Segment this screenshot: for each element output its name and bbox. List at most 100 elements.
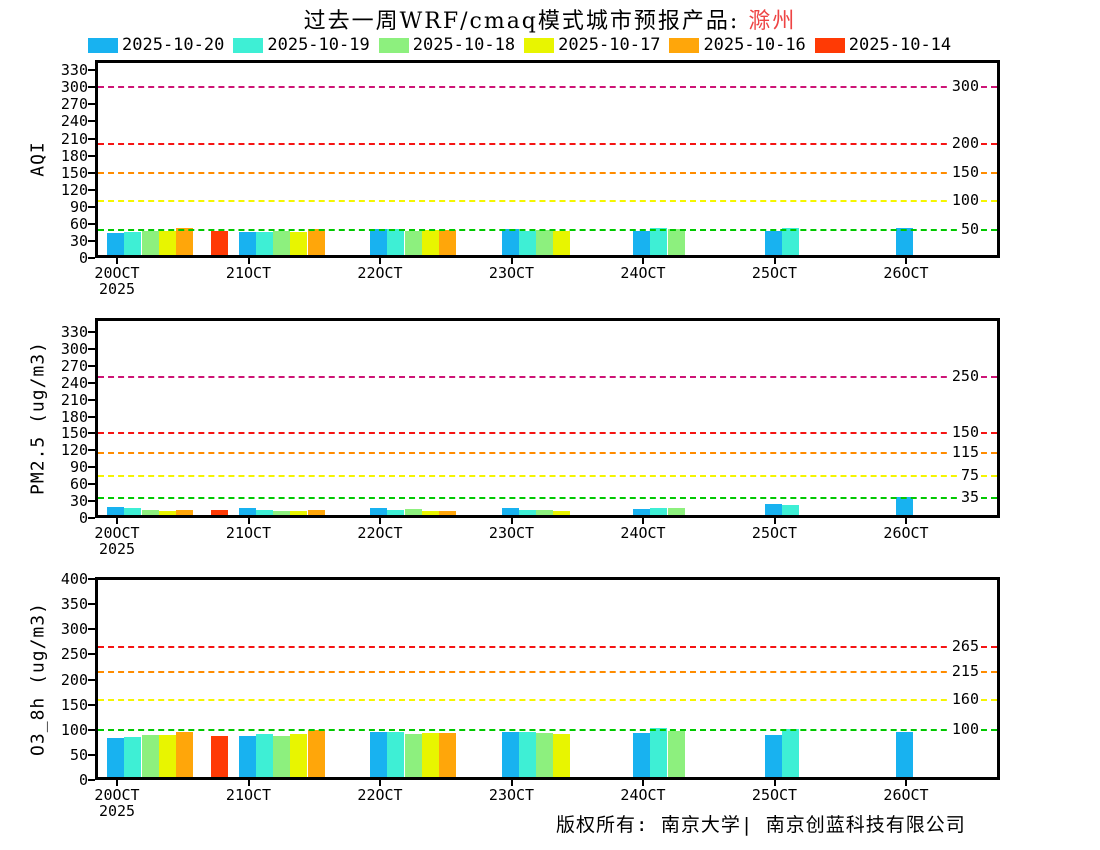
bar xyxy=(308,510,325,515)
bar xyxy=(896,497,913,515)
bar xyxy=(650,228,667,255)
y-tick-mark xyxy=(88,449,95,451)
threshold-line xyxy=(98,475,997,477)
chart-title-text: 过去一周WRF/cmaq模式城市预报产品: xyxy=(304,9,749,34)
y-tick-mark xyxy=(88,603,95,605)
y-tick-label: 300 xyxy=(40,340,88,358)
bar xyxy=(668,508,685,515)
legend-color-swatch xyxy=(524,38,554,53)
bar xyxy=(536,510,553,515)
y-tick-mark xyxy=(88,729,95,731)
threshold-line xyxy=(98,432,997,434)
y-tick-label: 30 xyxy=(40,232,88,250)
y-tick-label: 150 xyxy=(40,696,88,714)
y-tick-label: 180 xyxy=(40,408,88,426)
threshold-label: 100 xyxy=(950,720,981,738)
y-tick-label: 120 xyxy=(40,181,88,199)
bar xyxy=(239,232,256,255)
threshold-line xyxy=(98,86,997,88)
legend-color-swatch xyxy=(379,38,409,53)
x-tick-label: 23OCT xyxy=(472,525,552,541)
threshold-label: 160 xyxy=(950,690,981,708)
threshold-line xyxy=(98,452,997,454)
bar xyxy=(273,736,290,777)
threshold-label: 200 xyxy=(950,134,981,152)
bar xyxy=(256,232,273,255)
y-tick-mark xyxy=(88,86,95,88)
x-tick-label: 21OCT xyxy=(209,265,289,281)
bar xyxy=(668,731,685,777)
y-tick-mark xyxy=(88,399,95,401)
y-tick-mark xyxy=(88,517,95,519)
bar xyxy=(239,508,256,515)
threshold-label: 150 xyxy=(950,423,981,441)
bar xyxy=(439,733,456,777)
legend: 2025-10-20 2025-10-19 2025-10-18 2025-10-17… xyxy=(88,35,951,55)
bar xyxy=(650,728,667,777)
y-tick-mark xyxy=(88,628,95,630)
y-tick-mark xyxy=(88,365,95,367)
bar xyxy=(290,232,307,255)
bar xyxy=(370,508,387,515)
bar xyxy=(256,734,273,777)
bar xyxy=(107,738,124,777)
bar xyxy=(519,510,536,515)
x-tick-label: 24OCT xyxy=(603,787,683,803)
bar xyxy=(211,736,228,777)
threshold-label: 50 xyxy=(959,220,981,238)
threshold-label: 300 xyxy=(950,77,981,95)
threshold-line xyxy=(98,671,997,673)
bar xyxy=(502,732,519,777)
y-tick-mark xyxy=(88,500,95,502)
bar xyxy=(405,734,422,777)
legend-item: 2025-10-17 xyxy=(524,35,660,55)
bar xyxy=(633,509,650,515)
bar xyxy=(176,228,193,255)
x-tick-label: 26OCT xyxy=(866,787,946,803)
legend-item: 2025-10-19 xyxy=(233,35,369,55)
y-tick-mark xyxy=(88,331,95,333)
y-tick-label: 270 xyxy=(40,95,88,113)
legend-label: 2025-10-17 xyxy=(558,35,660,55)
bar xyxy=(553,734,570,777)
x-tick-label: 20OCT xyxy=(77,525,157,541)
y-tick-mark xyxy=(88,103,95,105)
threshold-label: 215 xyxy=(950,662,981,680)
bar xyxy=(502,229,519,255)
threshold-line xyxy=(98,229,997,231)
bar xyxy=(211,510,228,515)
threshold-label: 115 xyxy=(950,443,981,461)
y-tick-label: 300 xyxy=(40,620,88,638)
y-tick-mark xyxy=(88,240,95,242)
bar xyxy=(290,511,307,515)
bar xyxy=(176,732,193,777)
bar xyxy=(650,508,667,515)
threshold-label: 35 xyxy=(959,488,981,506)
threshold-line xyxy=(98,200,997,202)
legend-color-swatch xyxy=(669,38,699,53)
bar xyxy=(159,735,176,777)
x-tick-label: 20OCT xyxy=(77,265,157,281)
bar xyxy=(387,732,404,777)
forecast-chart: 过去一周WRF/cmaq模式城市预报产品: 滁州 2025-10-202025-… xyxy=(0,0,1100,850)
y-tick-mark xyxy=(88,189,95,191)
y-tick-label: 150 xyxy=(40,164,88,182)
plot-box xyxy=(95,318,1000,518)
threshold-label: 150 xyxy=(950,163,981,181)
legend-label: 2025-10-18 xyxy=(413,35,515,55)
threshold-label: 100 xyxy=(950,191,981,209)
y-tick-label: 270 xyxy=(40,357,88,375)
legend-item: 2025-10-20 xyxy=(88,35,224,55)
threshold-line xyxy=(98,172,997,174)
y-tick-mark xyxy=(88,172,95,174)
y-tick-label: 180 xyxy=(40,147,88,165)
y-tick-label: 300 xyxy=(40,78,88,96)
bar xyxy=(273,231,290,255)
threshold-line xyxy=(98,143,997,145)
legend-item: 2025-10-18 xyxy=(379,35,515,55)
x-tick-label: 22OCT xyxy=(340,525,420,541)
bar xyxy=(422,511,439,515)
x-tick-label: 26OCT xyxy=(866,265,946,281)
y-tick-mark xyxy=(88,138,95,140)
legend-label: 2025-10-20 xyxy=(122,35,224,55)
